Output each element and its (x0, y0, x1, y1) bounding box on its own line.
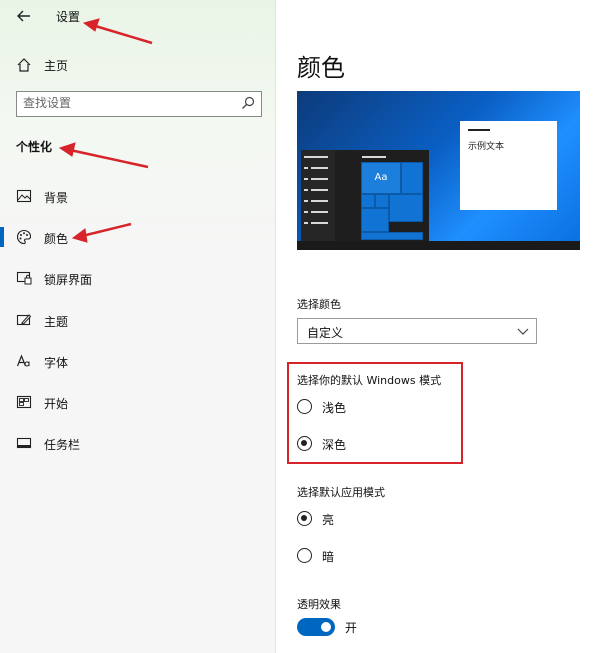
sidebar-item-taskbar[interactable]: 任务栏 (0, 429, 276, 457)
sidebar-item-label: 锁屏界面 (44, 273, 93, 287)
sidebar-item-label: 颜色 (44, 232, 69, 246)
dropdown-value: 自定义 (307, 326, 344, 340)
search-input[interactable] (23, 94, 231, 112)
color-preview: Aa 示例文本 (297, 91, 580, 250)
radio-dark-mode[interactable]: 深色 (297, 435, 497, 455)
transparency-label: 透明效果 (297, 598, 341, 611)
preview-taskbar (297, 241, 580, 250)
radio-light-mode[interactable]: 浅色 (297, 398, 497, 418)
palette-icon (16, 229, 32, 245)
radio-label: 浅色 (322, 401, 347, 415)
sidebar-item-colors[interactable]: 颜色 (0, 223, 276, 251)
sidebar-item-label: 主题 (44, 315, 69, 329)
lock-screen-icon (16, 271, 32, 285)
toggle-state-label: 开 (345, 621, 358, 635)
radio-circle[interactable] (297, 399, 312, 414)
sidebar-item-label: 背景 (44, 191, 69, 205)
sidebar-item-start[interactable]: 开始 (0, 388, 276, 416)
preview-window: 示例文本 (460, 121, 557, 210)
choose-color-dropdown[interactable]: 自定义 (297, 318, 537, 344)
preview-tile: Aa (361, 162, 401, 194)
selection-indicator (0, 227, 4, 247)
sidebar-item-label: 任务栏 (44, 438, 81, 452)
radio-app-dark[interactable]: 暗 (297, 547, 497, 567)
choose-color-label: 选择颜色 (297, 298, 341, 311)
preview-start-menu: Aa (301, 150, 429, 241)
start-icon (16, 395, 32, 409)
radio-circle-selected[interactable] (297, 436, 312, 451)
windows-mode-label: 选择你的默认 Windows 模式 (297, 374, 442, 387)
home-icon (17, 58, 31, 72)
preview-start-list (301, 150, 335, 241)
radio-circle[interactable] (297, 548, 312, 563)
image-icon (16, 189, 32, 203)
search-icon[interactable] (241, 96, 255, 110)
radio-label: 暗 (322, 550, 335, 564)
sidebar-item-label: 主页 (44, 59, 69, 73)
chevron-down-icon (517, 328, 529, 335)
app-title: 设置 (56, 10, 81, 24)
font-icon (16, 354, 30, 367)
taskbar-icon (16, 437, 32, 449)
sidebar-item-fonts[interactable]: 字体 (0, 347, 276, 375)
radio-app-light[interactable]: 亮 (297, 510, 497, 530)
page-title: 颜色 (297, 54, 345, 82)
radio-circle-selected[interactable] (297, 511, 312, 526)
toggle-knob (321, 622, 331, 632)
title-bar: 设置 (0, 0, 276, 34)
sidebar: 设置 主页 个性化 背景 颜色 (0, 0, 276, 653)
sidebar-item-themes[interactable]: 主题 (0, 306, 276, 334)
section-title: 个性化 (16, 140, 53, 154)
transparency-toggle[interactable] (297, 618, 335, 636)
app-mode-label: 选择默认应用模式 (297, 486, 385, 499)
theme-icon (16, 314, 32, 326)
main-content: 颜色 Aa 示例文本 选择颜色 自定义 选择你的默认 Windows 模式 浅色… (277, 0, 600, 653)
radio-label: 深色 (322, 438, 347, 452)
preview-sample-text: 示例文本 (468, 142, 505, 152)
sidebar-item-label: 开始 (44, 397, 69, 411)
radio-label: 亮 (322, 513, 335, 527)
sidebar-item-label: 字体 (44, 356, 69, 370)
back-arrow-icon (17, 10, 30, 22)
search-box[interactable] (16, 91, 262, 117)
sidebar-item-home[interactable]: 主页 (0, 55, 276, 77)
back-button[interactable] (14, 6, 34, 26)
sidebar-item-lock-screen[interactable]: 锁屏界面 (0, 264, 276, 292)
sidebar-item-background[interactable]: 背景 (0, 182, 276, 210)
